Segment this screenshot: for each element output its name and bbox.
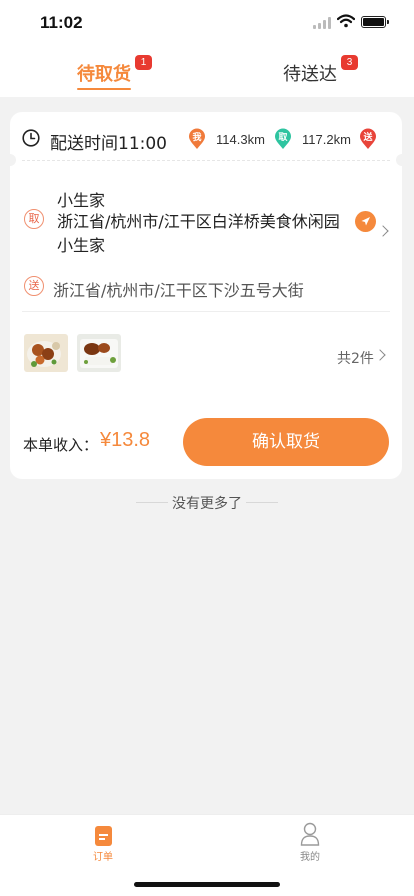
- courier-pin-label: 我: [192, 133, 202, 143]
- item-count[interactable]: 共2件: [337, 348, 374, 368]
- chevron-right-icon[interactable]: [374, 349, 386, 361]
- cellular-signal-icon: [313, 17, 331, 29]
- wifi-icon: [337, 14, 355, 28]
- end-divider-right: [246, 502, 278, 503]
- delivery-label-icon: 送: [24, 276, 44, 296]
- distance-to-pickup: 114.3km: [216, 132, 265, 147]
- navigate-button[interactable]: [355, 211, 376, 232]
- pickup-shop-name: 小生家: [57, 191, 106, 210]
- food-image[interactable]: [77, 334, 121, 372]
- card-notch-left: [4, 154, 16, 166]
- card-notch-right: [396, 154, 408, 166]
- pickup-address: 浙江省/杭州市/江干区白洋桥美食休闲园小生家: [57, 212, 340, 255]
- pickup-location-pin-icon: 取: [274, 128, 292, 150]
- clock-icon: [22, 129, 40, 147]
- card-divider-dashed: [22, 160, 390, 161]
- tab-awaiting-delivery[interactable]: 待送达: [283, 60, 337, 86]
- confirm-pickup-button[interactable]: 确认取货: [183, 418, 389, 466]
- order-card[interactable]: 配送时间11:00 我 114.3km 取 117.2km 送 取 小生家 浙江…: [4, 112, 408, 479]
- navigation-arrow-icon: [361, 217, 370, 226]
- home-indicator: [134, 882, 280, 887]
- card-divider: [22, 311, 390, 312]
- delivery-location-pin-icon: 送: [359, 128, 377, 150]
- nav-item-mine[interactable]: 我的: [300, 848, 320, 863]
- income-value: ¥13.8: [100, 429, 151, 451]
- nav-item-orders[interactable]: 订单: [93, 848, 113, 863]
- status-time: 11:02: [40, 13, 83, 32]
- status-bar: 11:02: [0, 0, 414, 46]
- tab-awaiting-pickup[interactable]: 待取货: [77, 60, 131, 86]
- distance-to-delivery: 117.2km: [302, 132, 351, 147]
- pickup-pin-label: 取: [278, 133, 288, 143]
- courier-location-pin-icon: 我: [188, 128, 206, 150]
- food-image[interactable]: [24, 334, 68, 372]
- delivery-address: 浙江省/杭州市/江干区下沙五号大街: [53, 281, 304, 300]
- awaiting-delivery-badge: 3: [341, 55, 358, 70]
- active-tab-indicator: [77, 88, 131, 90]
- delivery-pin-label: 送: [363, 133, 373, 143]
- awaiting-pickup-badge: 1: [135, 55, 152, 70]
- profile-icon[interactable]: [300, 822, 320, 846]
- pickup-label-icon: 取: [24, 209, 44, 229]
- no-more-text: 没有更多了: [172, 496, 242, 512]
- order-status-tabs: 待取货 1 待送达 3: [0, 46, 414, 97]
- income-label: 本单收入：: [23, 436, 99, 454]
- battery-icon: [361, 16, 389, 28]
- delivery-time: 配送时间11:00: [50, 134, 167, 154]
- orders-icon[interactable]: [95, 826, 112, 846]
- chevron-right-icon[interactable]: [377, 225, 389, 237]
